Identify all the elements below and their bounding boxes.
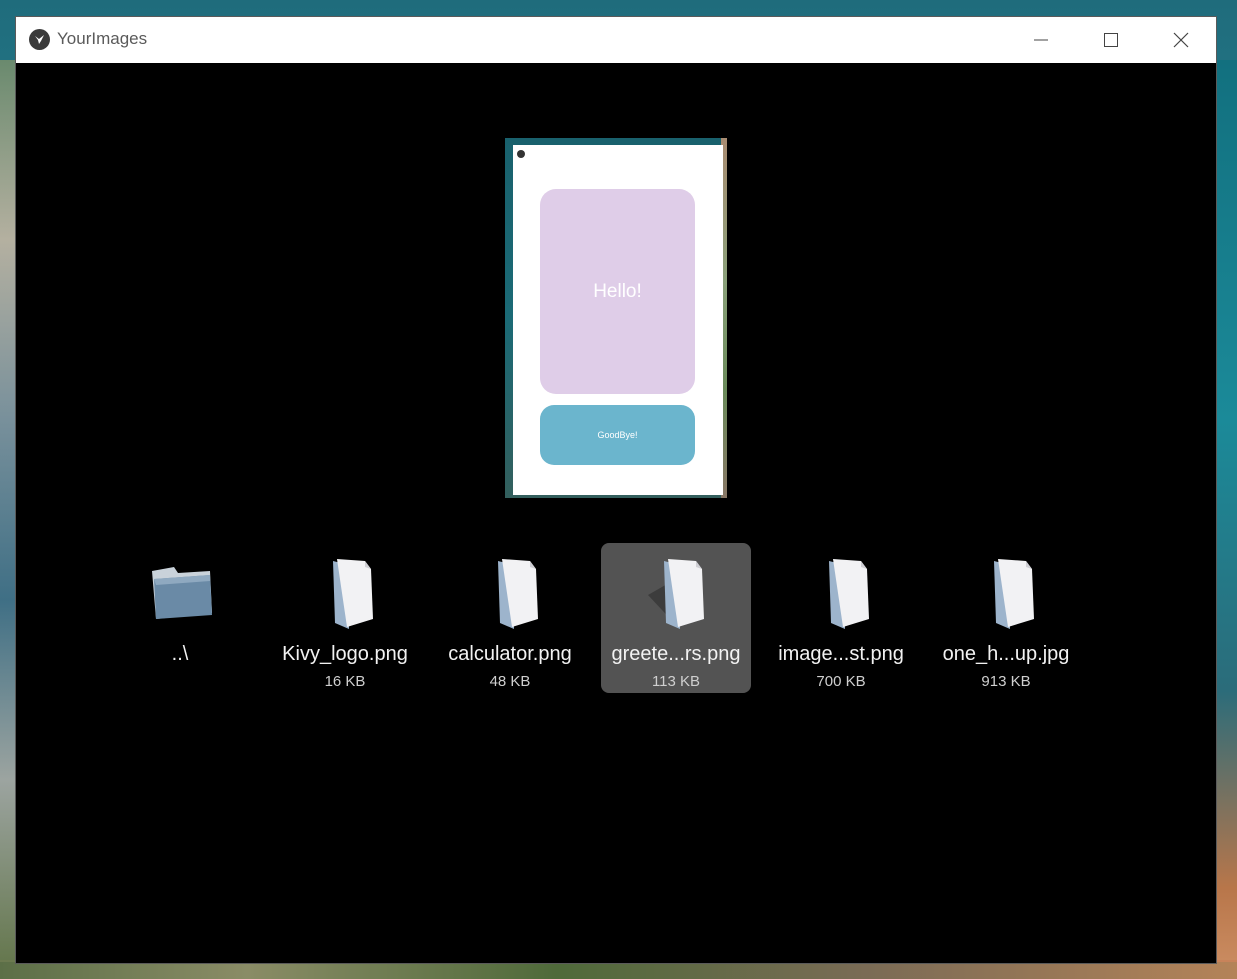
image-preview: Hello! GoodBye! [505,138,727,498]
file-browser-area: Hello! GoodBye! ..\ Kivy_logo.png 16 KB cal… [16,63,1216,963]
file-name-label: image...st.png [778,643,904,665]
file-size-label: 48 KB [489,673,531,690]
maximize-icon [1104,33,1118,47]
maximize-button[interactable] [1076,17,1146,63]
close-icon [1173,32,1189,48]
file-item[interactable]: image...st.png 700 KB [766,543,916,693]
title-bar[interactable]: YourImages [16,17,1216,63]
file-item[interactable]: greete...rs.png 113 KB [601,543,751,693]
file-icon [811,557,875,629]
file-name-label: greete...rs.png [611,643,741,665]
file-size-label: 700 KB [816,673,866,690]
file-size-label: 16 KB [324,673,366,690]
file-size-label: 913 KB [981,673,1031,690]
file-icon [646,557,710,629]
file-icon [976,557,1040,629]
file-name-label: Kivy_logo.png [282,643,408,665]
preview-screenshot: Hello! GoodBye! [513,145,723,495]
file-item[interactable]: one_h...up.jpg 913 KB [931,543,1081,693]
file-item[interactable]: calculator.png 48 KB [435,543,585,693]
parent-folder-item[interactable]: ..\ [105,543,255,693]
desktop-wallpaper-right [1215,60,1237,960]
kivy-app-icon [29,29,50,50]
desktop-wallpaper-bottom [0,962,1237,979]
file-name-label: calculator.png [448,643,572,665]
file-item[interactable]: Kivy_logo.png 16 KB [270,543,420,693]
preview-goodbye-button: GoodBye! [540,405,695,465]
file-name-label: ..\ [171,643,189,665]
minimize-button[interactable] [1006,17,1076,63]
preview-mini-titlebar [513,145,723,163]
close-button[interactable] [1146,17,1216,63]
app-window: YourImages Hello! GoodBye! ..\ Kivy_logo… [16,17,1216,963]
file-icon [315,557,379,629]
file-icon [480,557,544,629]
folder-icon [150,557,214,629]
desktop-wallpaper-left [0,60,17,960]
file-name-label: one_h...up.jpg [942,643,1070,665]
window-title: YourImages [57,29,148,48]
file-size-label: 113 KB [651,673,701,690]
preview-hello-card: Hello! [540,189,695,394]
minimize-icon [1034,39,1048,41]
preview-app-icon [517,150,525,158]
